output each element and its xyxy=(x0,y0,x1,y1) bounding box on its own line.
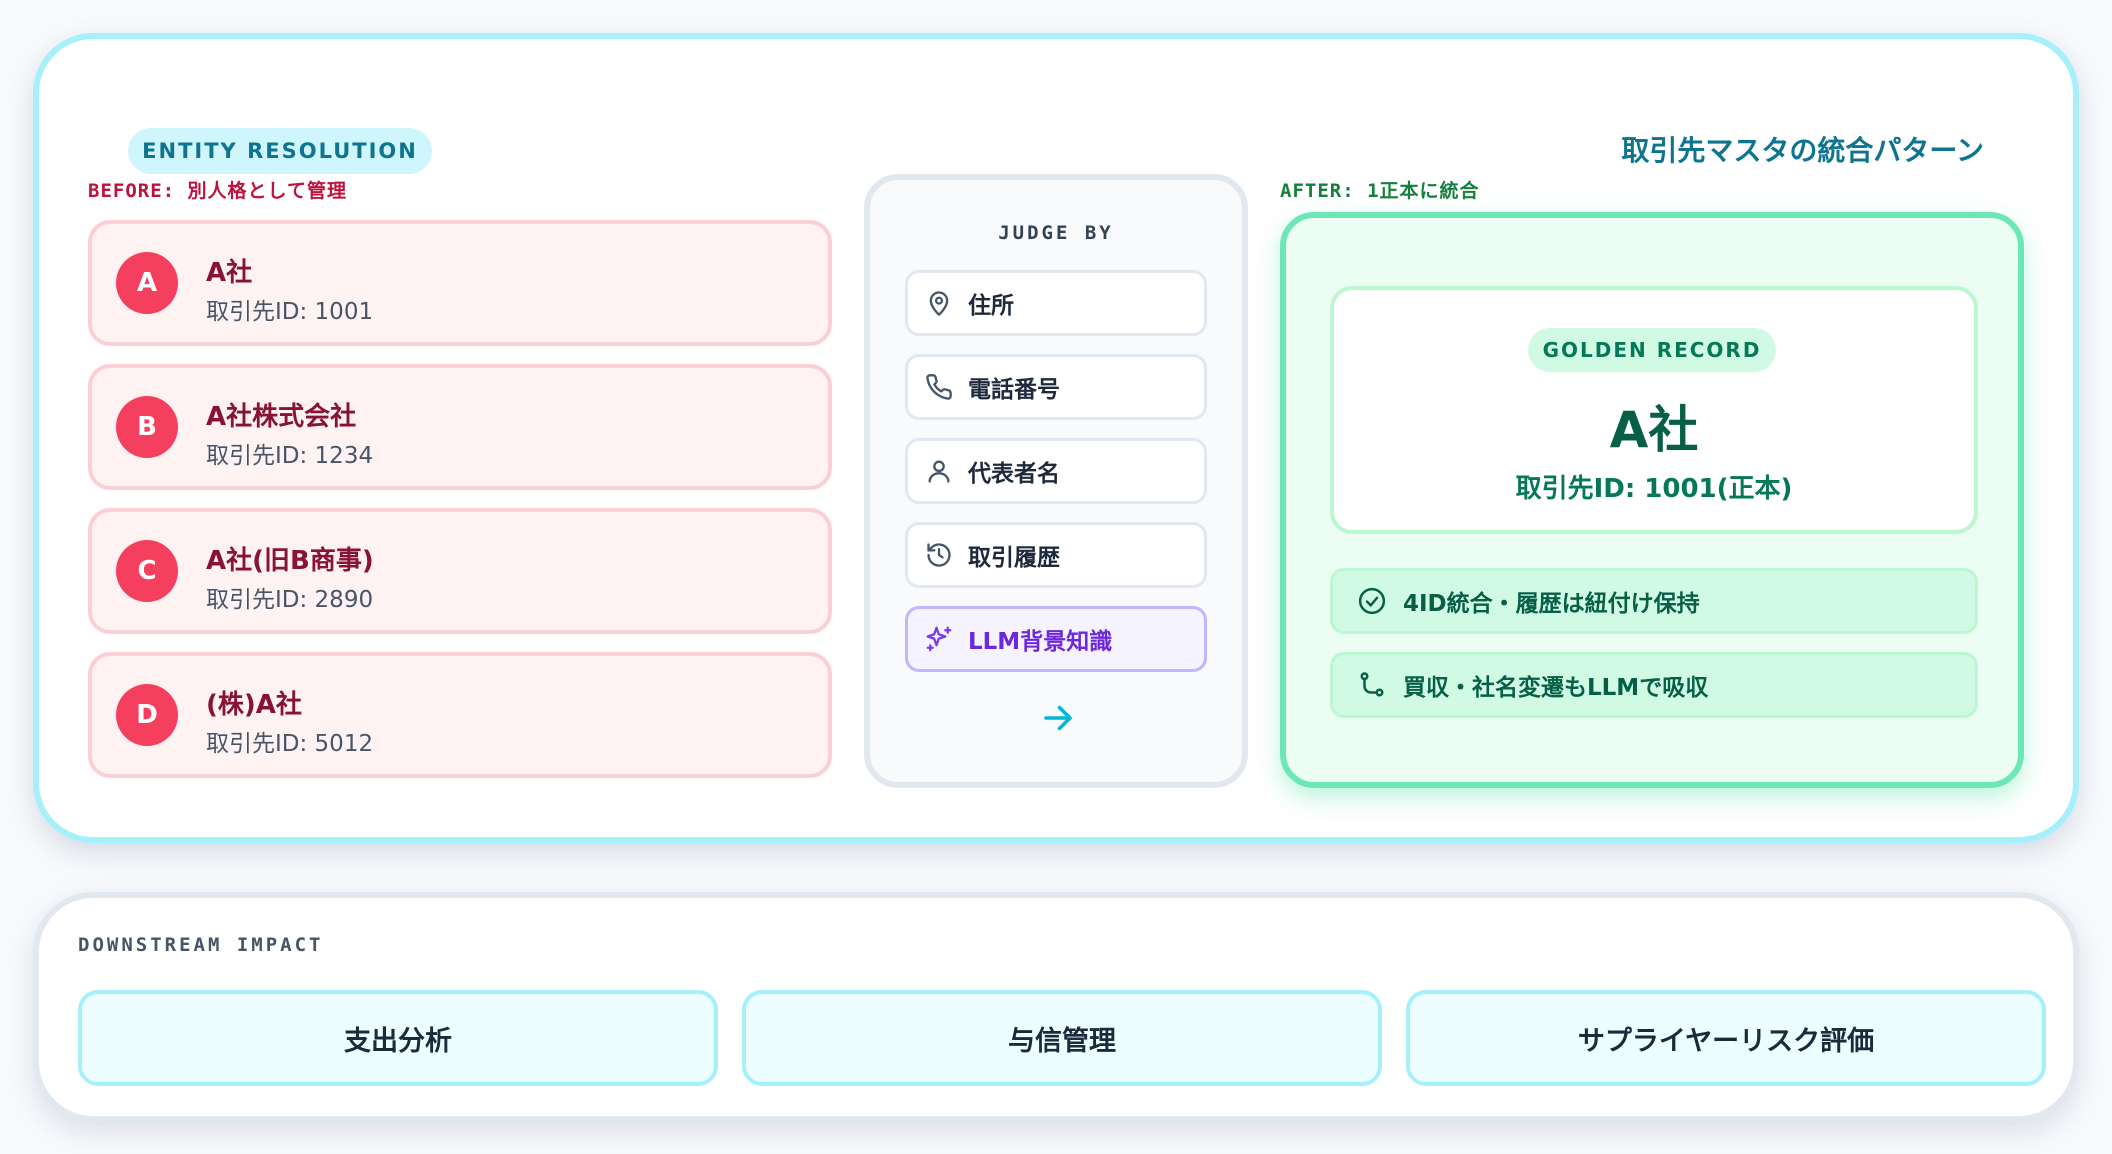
after-panel: GOLDEN RECORD A社 取引先ID: 1001(正本) 4ID統合・履… xyxy=(1280,212,2024,788)
entity-id: 取引先ID: 1234 xyxy=(206,443,374,469)
golden-record-id: 取引先ID: 1001(正本) xyxy=(1515,474,1793,504)
judge-item-label: 電話番号 xyxy=(968,377,1060,403)
page-title: 取引先マスタの統合パターン xyxy=(1621,134,1984,167)
history-icon xyxy=(922,538,956,572)
judge-item-label: 代表者名 xyxy=(968,461,1060,487)
check-circle-icon xyxy=(1355,584,1389,618)
judge-item-phone: 電話番号 xyxy=(905,354,1207,420)
entity-id: 取引先ID: 2890 xyxy=(206,587,374,613)
judge-item-address: 住所 xyxy=(905,270,1207,336)
judge-panel: JUDGE BY 住所 電話番号 代表者名 取引履歴 LLM背景知識 xyxy=(864,174,1248,788)
judge-title: JUDGE BY xyxy=(998,222,1114,244)
phone-icon xyxy=(922,370,956,404)
arrow-right-icon xyxy=(1044,705,1072,731)
entity-name: A社(旧B商事) xyxy=(206,546,374,576)
feature-label: 4ID統合・履歴は紐付け保持 xyxy=(1403,591,1700,617)
judge-item-llm-knowledge: LLM背景知識 xyxy=(905,606,1207,672)
entity-badge: C xyxy=(116,540,178,602)
downstream-label: DOWNSTREAM IMPACT xyxy=(78,934,324,956)
entity-badge: B xyxy=(116,396,178,458)
feature-llm-absorb: 買収・社名変遷もLLMで吸収 xyxy=(1330,652,1978,718)
feature-merge: 4ID統合・履歴は紐付け保持 xyxy=(1330,568,1978,634)
judge-item-history: 取引履歴 xyxy=(905,522,1207,588)
map-pin-icon xyxy=(922,286,956,320)
entity-card-a: A A社 取引先ID: 1001 xyxy=(88,220,832,346)
golden-record-name: A社 xyxy=(1609,401,1699,459)
golden-record-card: GOLDEN RECORD A社 取引先ID: 1001(正本) xyxy=(1330,286,1978,534)
entity-card-c: C A社(旧B商事) 取引先ID: 2890 xyxy=(88,508,832,634)
entity-name: (株)A社 xyxy=(206,690,302,720)
user-icon xyxy=(922,454,956,488)
entity-name: A社 xyxy=(206,258,253,288)
feature-label: 買収・社名変遷もLLMで吸収 xyxy=(1403,675,1709,701)
judge-item-representative: 代表者名 xyxy=(905,438,1207,504)
sparkles-icon xyxy=(922,622,956,656)
golden-record-tag: GOLDEN RECORD xyxy=(1528,328,1776,372)
downstream-impact-card: DOWNSTREAM IMPACT 支出分析 与信管理 サプライヤーリスク評価 xyxy=(33,892,2079,1122)
entity-name: A社株式会社 xyxy=(206,402,357,432)
entity-badge: A xyxy=(116,252,178,314)
entity-id: 取引先ID: 5012 xyxy=(206,731,374,757)
entity-id: 取引先ID: 1001 xyxy=(206,299,374,325)
before-label: BEFORE: 別人格として管理 xyxy=(88,180,347,202)
impact-spend-analysis: 支出分析 xyxy=(78,990,718,1086)
entity-card-b: B A社株式会社 取引先ID: 1234 xyxy=(88,364,832,490)
entity-badge: D xyxy=(116,684,178,746)
entity-card-d: D (株)A社 取引先ID: 5012 xyxy=(88,652,832,778)
entity-resolution-tag: ENTITY RESOLUTION xyxy=(128,128,432,174)
impact-credit-management: 与信管理 xyxy=(742,990,1382,1086)
judge-item-label: 住所 xyxy=(968,293,1014,319)
judge-item-label: LLM背景知識 xyxy=(968,629,1113,655)
git-branch-icon xyxy=(1355,668,1389,702)
judge-item-label: 取引履歴 xyxy=(968,545,1060,571)
impact-supplier-risk: サプライヤーリスク評価 xyxy=(1406,990,2046,1086)
after-label: AFTER: 1正本に統合 xyxy=(1280,180,1480,202)
